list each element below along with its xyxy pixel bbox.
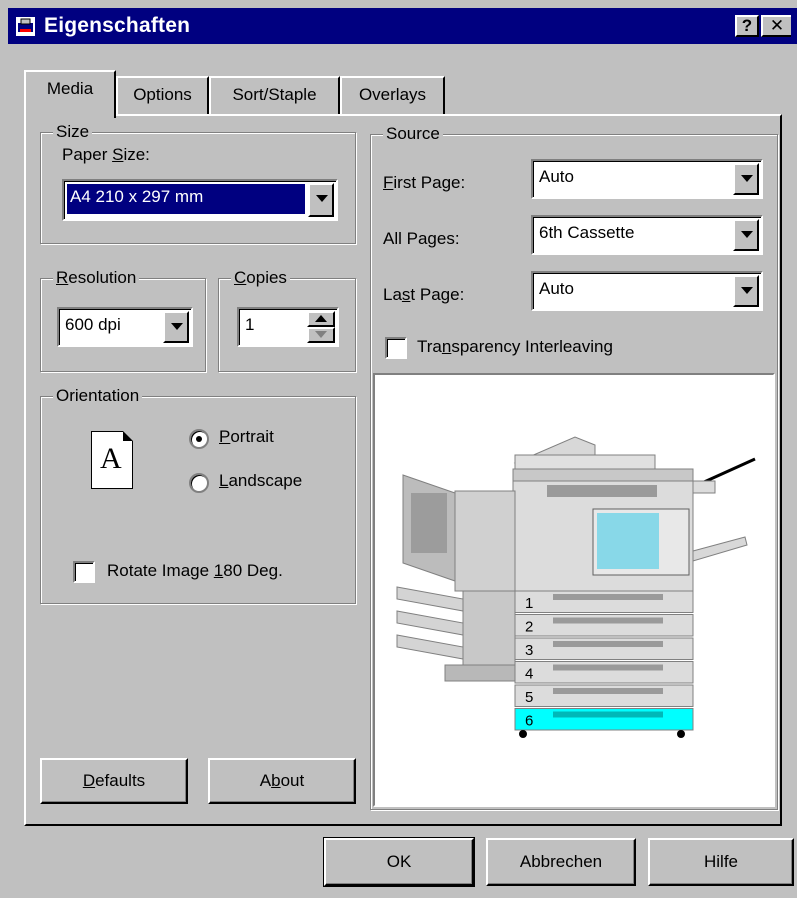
chevron-up-icon xyxy=(315,315,327,322)
scanner-lid xyxy=(514,454,656,470)
page-fold-corner xyxy=(123,431,133,441)
transparency-interleaving-label[interactable]: Transparency Interleaving xyxy=(417,337,613,357)
resolution-select[interactable]: 600 dpi xyxy=(57,307,193,347)
about-button[interactable]: About xyxy=(208,758,356,804)
help-button[interactable]: Hilfe xyxy=(648,838,794,886)
tab-media[interactable]: Media xyxy=(24,70,116,118)
copies-stepper[interactable]: 1 xyxy=(237,307,339,347)
all-pages-value: 6th Cassette xyxy=(539,223,635,242)
paper-size-value: A4 210 x 297 mm xyxy=(70,187,204,206)
chevron-down-icon xyxy=(741,287,753,294)
paper-tray-number: 1 xyxy=(525,595,533,612)
orientation-group: Orientation A Portrait Landscape Rotate … xyxy=(40,386,356,604)
copies-group: Copies 1 xyxy=(218,268,356,372)
caster-wheel xyxy=(677,730,685,738)
all-pages-dropdown-button[interactable] xyxy=(733,219,759,251)
paper-tray-number: 4 xyxy=(525,666,533,683)
printer-app-icon xyxy=(16,17,35,36)
first-page-dropdown-button[interactable] xyxy=(733,163,759,195)
paper-size-label: Paper Size: xyxy=(62,145,150,164)
properties-dialog: Eigenschaften ? ✕ Media Options Sort/Sta… xyxy=(0,0,797,898)
page-orientation-icon: A xyxy=(91,431,133,489)
paper-tray-handle xyxy=(553,664,663,671)
close-title-button[interactable]: ✕ xyxy=(761,15,791,37)
copies-decrement-button[interactable] xyxy=(307,327,335,343)
ok-button[interactable]: OK xyxy=(323,837,475,887)
paper-tray-handle xyxy=(553,641,663,647)
finisher-tray-2 xyxy=(396,610,464,636)
radio-selected-dot xyxy=(196,436,202,442)
paper-tray-handle xyxy=(553,594,663,600)
finisher-tray-3 xyxy=(396,634,464,660)
scanner-top xyxy=(512,468,694,482)
last-page-label: Last Page: xyxy=(383,285,465,304)
printer-diagram: 1 2 3 4 5 6 xyxy=(396,436,756,738)
chevron-down-icon xyxy=(315,331,327,338)
resolution-group: Resolution 600 dpi xyxy=(40,268,206,372)
resolution-dropdown-button[interactable] xyxy=(163,311,189,343)
resolution-group-label: Resolution xyxy=(53,268,140,288)
portrait-radio[interactable] xyxy=(189,429,209,449)
resolution-value: 600 dpi xyxy=(65,315,121,334)
chevron-down-icon xyxy=(171,323,183,330)
window-title: Eigenschaften xyxy=(44,14,191,37)
close-icon: ✕ xyxy=(769,16,785,35)
chevron-down-icon xyxy=(316,195,328,202)
paper-tray-number: 2 xyxy=(525,619,533,636)
copies-increment-button[interactable] xyxy=(307,311,335,327)
first-page-select[interactable]: Auto xyxy=(531,159,763,199)
last-page-dropdown-button[interactable] xyxy=(733,275,759,307)
first-page-value: Auto xyxy=(539,167,574,186)
help-title-button[interactable]: ? xyxy=(735,15,759,37)
source-group-label: Source xyxy=(383,124,443,144)
rotate-image-checkbox[interactable] xyxy=(73,561,95,583)
defaults-button[interactable]: Defaults xyxy=(40,758,188,804)
all-pages-label: All Pages: xyxy=(383,229,460,248)
chevron-down-icon xyxy=(741,231,753,238)
last-page-select[interactable]: Auto xyxy=(531,271,763,311)
size-group: Size Paper Size: A4 210 x 297 mm xyxy=(40,122,356,244)
finisher-base xyxy=(444,664,516,682)
page-glyph: A xyxy=(100,442,122,475)
last-page-value: Auto xyxy=(539,279,574,298)
tab-overlays[interactable]: Overlays xyxy=(340,76,445,114)
finisher-tray-1 xyxy=(396,586,464,612)
tab-sort-staple[interactable]: Sort/Staple xyxy=(209,76,340,114)
finisher-interior xyxy=(411,493,447,553)
paper-size-dropdown-button[interactable] xyxy=(308,183,334,217)
landscape-radio[interactable] xyxy=(189,473,209,493)
copies-value: 1 xyxy=(245,315,255,334)
finisher-unit xyxy=(454,490,516,592)
printer-illustration[interactable]: 1 2 3 4 5 6 xyxy=(373,373,775,807)
tab-options[interactable]: Options xyxy=(116,76,209,114)
paper-tray-handle xyxy=(553,617,663,624)
paper-tray-number: 3 xyxy=(525,642,533,659)
paper-tray-handle xyxy=(553,711,663,718)
source-group: Source First Page: Auto All Pages: 6th C… xyxy=(370,124,778,810)
paper-tray-number: 5 xyxy=(525,689,533,706)
title-bar[interactable]: Eigenschaften ? ✕ xyxy=(8,8,797,44)
first-page-label: First Page: xyxy=(383,173,466,192)
right-bypass-tray xyxy=(692,536,748,562)
paper-trays: 1 2 3 4 5 6 xyxy=(514,590,694,738)
paper-tray-number: 6 xyxy=(525,713,533,730)
copies-group-label: Copies xyxy=(231,268,290,288)
paper-size-select[interactable]: A4 210 x 297 mm xyxy=(62,179,338,221)
cancel-button[interactable]: Abbrechen xyxy=(486,838,636,886)
all-pages-select[interactable]: 6th Cassette xyxy=(531,215,763,255)
control-panel-screen xyxy=(597,513,659,569)
transparency-interleaving-checkbox[interactable] xyxy=(385,337,407,359)
size-group-label: Size xyxy=(53,122,93,142)
portrait-label[interactable]: Portrait xyxy=(219,427,274,447)
paper-path-top xyxy=(547,485,657,497)
paper-tray-handle xyxy=(553,688,663,694)
rotate-image-label[interactable]: Rotate Image 180 Deg. xyxy=(107,561,283,581)
orientation-group-label: Orientation xyxy=(53,386,143,406)
chevron-down-icon xyxy=(741,175,753,182)
caster-wheel xyxy=(519,730,527,738)
landscape-label[interactable]: Landscape xyxy=(219,471,302,491)
